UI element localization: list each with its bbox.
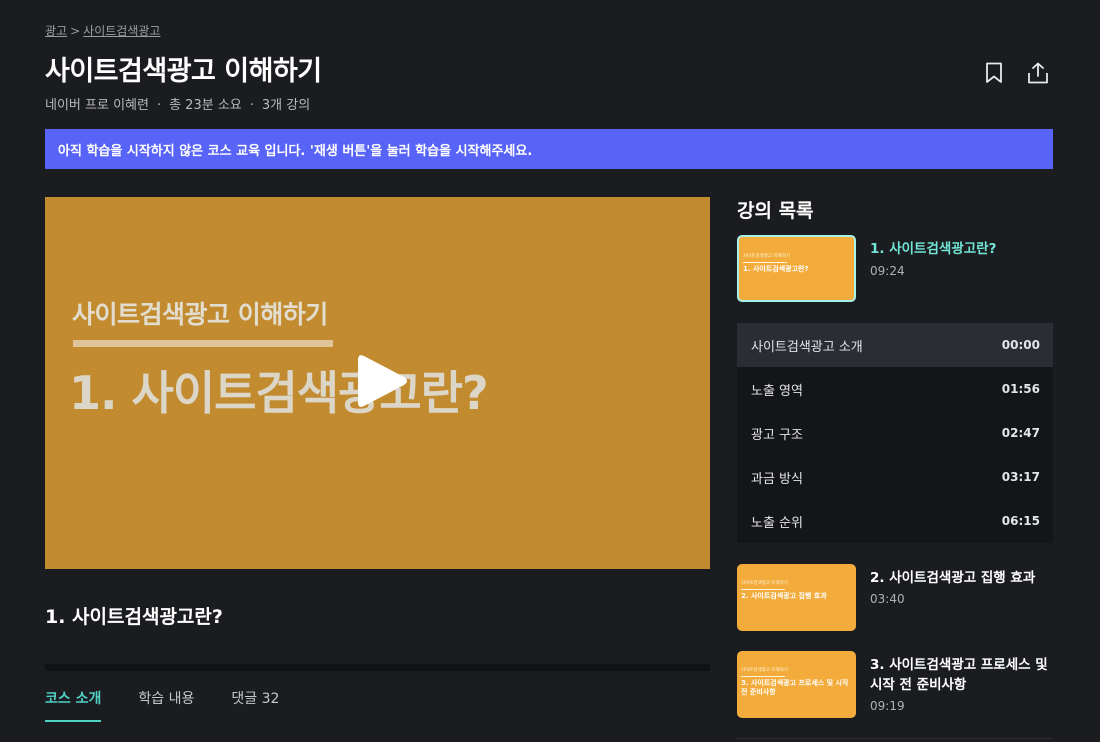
chapter-label: 사이트검색광고 소개 — [751, 339, 863, 355]
chapter-time: 03:17 — [1001, 470, 1040, 484]
lecture-title[interactable]: 1. 사이트검색광고란? — [870, 239, 1053, 259]
breadcrumb-item-site-search-ads[interactable]: 사이트검색광고 — [83, 24, 160, 38]
page-title: 사이트검색광고 이해하기 — [45, 56, 322, 87]
thumbnail-caption: 사이트검색광고 이해하기 — [741, 581, 788, 586]
chapter-label: 광고 구조 — [751, 427, 803, 443]
chapter-time: 02:47 — [1001, 426, 1040, 440]
thumbnail-title: 3. 사이트검색광고 프로세스 및 시작 전 준비사항 — [741, 679, 849, 696]
meta-separator: · — [156, 98, 162, 113]
chapter-label: 과금 방식 — [751, 471, 803, 487]
chapter-list: 사이트검색광고 소개 00:00 노출 영역 01:56 광고 구조 02:47… — [737, 323, 1053, 543]
course-duration: 총 23분 소요 — [169, 98, 242, 113]
section-divider — [45, 664, 710, 671]
lecture-item-1[interactable]: 사이트검색광고 이해하기 1. 사이트검색광고란? 1. 사이트검색광고란? 0… — [737, 235, 1053, 302]
lecture-duration: 03:40 — [870, 592, 905, 606]
chapter-time: 00:00 — [1001, 338, 1040, 352]
thumbnail-divider — [741, 676, 785, 677]
lecture-list-title: 강의 목록 — [737, 200, 814, 222]
chapter-time: 06:15 — [1001, 514, 1040, 528]
chapter-item[interactable]: 사이트검색광고 소개 00:00 — [737, 323, 1053, 367]
breadcrumb-item-ads[interactable]: 광고 — [45, 24, 67, 38]
list-divider — [737, 738, 1053, 739]
lecture-title[interactable]: 2. 사이트검색광고 집행 효과 — [870, 568, 1053, 588]
chapter-time: 01:56 — [1001, 382, 1040, 396]
breadcrumb: 광고 > 사이트검색광고 — [45, 22, 160, 39]
chapter-label: 노출 순위 — [751, 515, 803, 531]
lecture-thumbnail[interactable]: 사이트검색광고 이해하기 2. 사이트검색광고 집행 효과 — [737, 564, 856, 631]
course-author: 네이버 프로 이혜련 — [45, 98, 149, 113]
course-lecture-count: 3개 강의 — [261, 98, 311, 113]
bookmark-button[interactable] — [981, 60, 1007, 86]
breadcrumb-separator: > — [70, 24, 81, 38]
lecture-item-3[interactable]: 사이트검색광고 이해하기 3. 사이트검색광고 프로세스 및 시작 전 준비사항… — [737, 651, 1053, 718]
lecture-thumbnail[interactable]: 사이트검색광고 이해하기 1. 사이트검색광고란? — [737, 235, 856, 302]
thumbnail-divider — [743, 262, 787, 263]
tab-course-intro[interactable]: 코스 소개 — [45, 688, 102, 722]
play-icon[interactable] — [352, 350, 410, 412]
lecture-duration: 09:24 — [870, 264, 905, 278]
notice-text: 아직 학습을 시작하지 않은 코스 교육 입니다. '재생 버튼'을 눌러 학습… — [58, 143, 533, 159]
chapter-label: 노출 영역 — [751, 383, 803, 399]
meta-separator: · — [249, 98, 254, 113]
slide-divider — [73, 340, 333, 347]
share-icon — [1028, 62, 1048, 84]
share-button[interactable] — [1025, 60, 1051, 86]
chapter-item[interactable]: 과금 방식 03:17 — [737, 455, 1053, 499]
notice-banner: 아직 학습을 시작하지 않은 코스 교육 입니다. '재생 버튼'을 눌러 학습… — [45, 129, 1053, 169]
chapter-item[interactable]: 노출 영역 01:56 — [737, 367, 1053, 411]
chapter-item[interactable]: 노출 순위 06:15 — [737, 499, 1053, 543]
slide-title: 1. 사이트검색광고란? — [69, 366, 489, 420]
thumbnail-caption: 사이트검색광고 이해하기 — [743, 254, 790, 259]
video-player[interactable]: 사이트검색광고 이해하기 1. 사이트검색광고란? — [45, 197, 710, 569]
current-lesson-title: 1. 사이트검색광고란? — [45, 606, 223, 628]
bookmark-icon — [986, 62, 1002, 83]
thumbnail-title: 2. 사이트검색광고 집행 효과 — [741, 592, 827, 600]
course-meta: 네이버 프로 이혜련 · 총 23분 소요 · 3개 강의 — [45, 94, 310, 113]
lecture-duration: 09:19 — [870, 699, 905, 713]
thumbnail-title: 1. 사이트검색광고란? — [743, 265, 809, 273]
lecture-title[interactable]: 3. 사이트검색광고 프로세스 및 시작 전 준비사항 — [870, 655, 1053, 695]
lecture-item-2[interactable]: 사이트검색광고 이해하기 2. 사이트검색광고 집행 효과 2. 사이트검색광고… — [737, 564, 1053, 631]
course-tabs: 코스 소개 학습 내용 댓글 32 — [45, 688, 316, 722]
chapter-item[interactable]: 광고 구조 02:47 — [737, 411, 1053, 455]
tab-comments[interactable]: 댓글 32 — [231, 688, 279, 722]
tab-learning-content[interactable]: 학습 내용 — [138, 688, 194, 722]
lecture-thumbnail[interactable]: 사이트검색광고 이해하기 3. 사이트검색광고 프로세스 및 시작 전 준비사항 — [737, 651, 856, 718]
slide-subtitle: 사이트검색광고 이해하기 — [72, 300, 328, 329]
thumbnail-caption: 사이트검색광고 이해하기 — [741, 668, 788, 673]
course-page: 광고 > 사이트검색광고 사이트검색광고 이해하기 네이버 프로 이혜련 · 총 23분… — [0, 0, 1100, 742]
thumbnail-divider — [741, 589, 785, 590]
